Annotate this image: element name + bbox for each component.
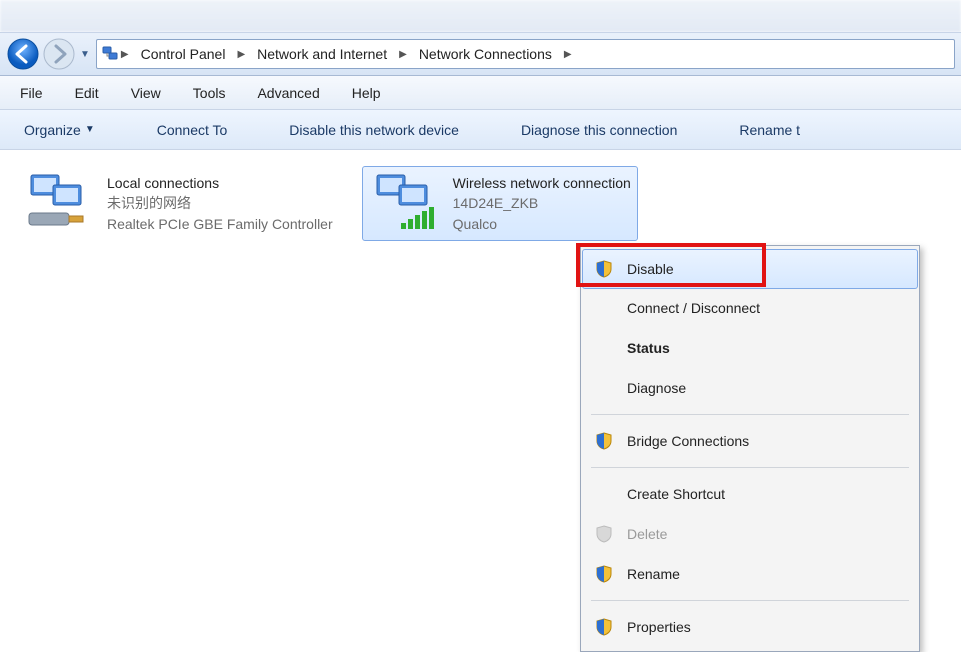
navigation-bar: ▼ ▶ Control Panel ▶ Network and Internet…: [0, 32, 961, 76]
back-button[interactable]: [6, 37, 40, 71]
menu-separator: [591, 414, 909, 415]
wifi-adapter-icon: [369, 173, 441, 233]
breadcrumb-network-connections[interactable]: Network Connections: [409, 40, 562, 68]
ctx-delete: Delete: [583, 514, 917, 554]
address-bar[interactable]: ▶ Control Panel ▶ Network and Internet ▶…: [96, 39, 955, 69]
network-connections-icon: [101, 44, 119, 65]
connection-title: Wireless network connection: [453, 173, 631, 193]
cmd-connect-to[interactable]: Connect To: [143, 116, 242, 144]
shield-icon: [593, 565, 615, 583]
ctx-connect-disconnect[interactable]: Connect / Disconnect: [583, 288, 917, 328]
cmd-diagnose[interactable]: Diagnose this connection: [507, 116, 691, 144]
ctx-properties[interactable]: Properties: [583, 607, 917, 647]
lan-adapter-icon: [23, 173, 95, 233]
connection-context-menu: Disable Connect / Disconnect Status Diag…: [580, 245, 920, 652]
menu-separator: [591, 600, 909, 601]
connection-status: 未识别的网络: [107, 193, 333, 213]
shield-icon: [593, 618, 615, 636]
menu-file[interactable]: File: [4, 79, 59, 107]
connection-adapter: Qualco: [453, 214, 631, 234]
chevron-right-icon: ▶: [237, 49, 245, 60]
menu-tools[interactable]: Tools: [177, 79, 242, 107]
chevron-down-icon: ▼: [85, 124, 95, 135]
menu-edit[interactable]: Edit: [59, 79, 115, 107]
chevron-right-icon: ▶: [399, 49, 407, 60]
ctx-status-label: Status: [627, 340, 670, 356]
menu-bar: File Edit View Tools Advanced Help: [0, 76, 961, 110]
cmd-organize[interactable]: Organize ▼: [10, 116, 109, 144]
connection-item-local[interactable]: Local connections 未识别的网络 Realtek PCIe GB…: [16, 166, 340, 241]
cmd-rename[interactable]: Rename t: [725, 116, 814, 144]
ctx-connect-label: Connect / Disconnect: [627, 300, 760, 316]
connections-pane: Local connections 未识别的网络 Realtek PCIe GB…: [0, 150, 961, 257]
forward-button[interactable]: [42, 37, 76, 71]
signal-bars-icon: [401, 207, 434, 229]
ctx-rename-label: Rename: [627, 566, 680, 582]
window-titlebar-blur: [0, 0, 961, 32]
connection-adapter: Realtek PCIe GBE Family Controller: [107, 214, 333, 234]
cmd-organize-label: Organize: [24, 122, 81, 138]
nav-history-dropdown[interactable]: ▼: [80, 49, 90, 60]
ctx-diagnose-label: Diagnose: [627, 380, 686, 396]
menu-help[interactable]: Help: [336, 79, 397, 107]
chevron-right-icon: ▶: [121, 49, 129, 60]
ctx-diagnose[interactable]: Diagnose: [583, 368, 917, 408]
shield-icon: [593, 525, 615, 543]
ctx-disable-label: Disable: [627, 261, 674, 277]
chevron-right-icon: ▶: [564, 49, 572, 60]
menu-advanced[interactable]: Advanced: [241, 79, 335, 107]
ctx-bridge-label: Bridge Connections: [627, 433, 749, 449]
cmd-disable-device[interactable]: Disable this network device: [275, 116, 473, 144]
shield-icon: [593, 432, 615, 450]
ctx-delete-label: Delete: [627, 526, 667, 542]
command-bar: Organize ▼ Connect To Disable this netwo…: [0, 110, 961, 150]
connection-item-wireless[interactable]: Wireless network connection 14D24E_ZKB Q…: [362, 166, 638, 241]
ctx-disable[interactable]: Disable: [582, 249, 918, 289]
menu-view[interactable]: View: [115, 79, 177, 107]
connection-ssid: 14D24E_ZKB: [453, 193, 631, 213]
breadcrumb-network-internet[interactable]: Network and Internet: [247, 40, 397, 68]
ctx-properties-label: Properties: [627, 619, 691, 635]
shield-icon: [593, 260, 615, 278]
ctx-shortcut-label: Create Shortcut: [627, 486, 725, 502]
menu-separator: [591, 467, 909, 468]
connection-title: Local connections: [107, 173, 333, 193]
ctx-create-shortcut[interactable]: Create Shortcut: [583, 474, 917, 514]
ctx-rename[interactable]: Rename: [583, 554, 917, 594]
ctx-status[interactable]: Status: [583, 328, 917, 368]
ctx-bridge[interactable]: Bridge Connections: [583, 421, 917, 461]
breadcrumb-root[interactable]: Control Panel: [131, 40, 236, 68]
